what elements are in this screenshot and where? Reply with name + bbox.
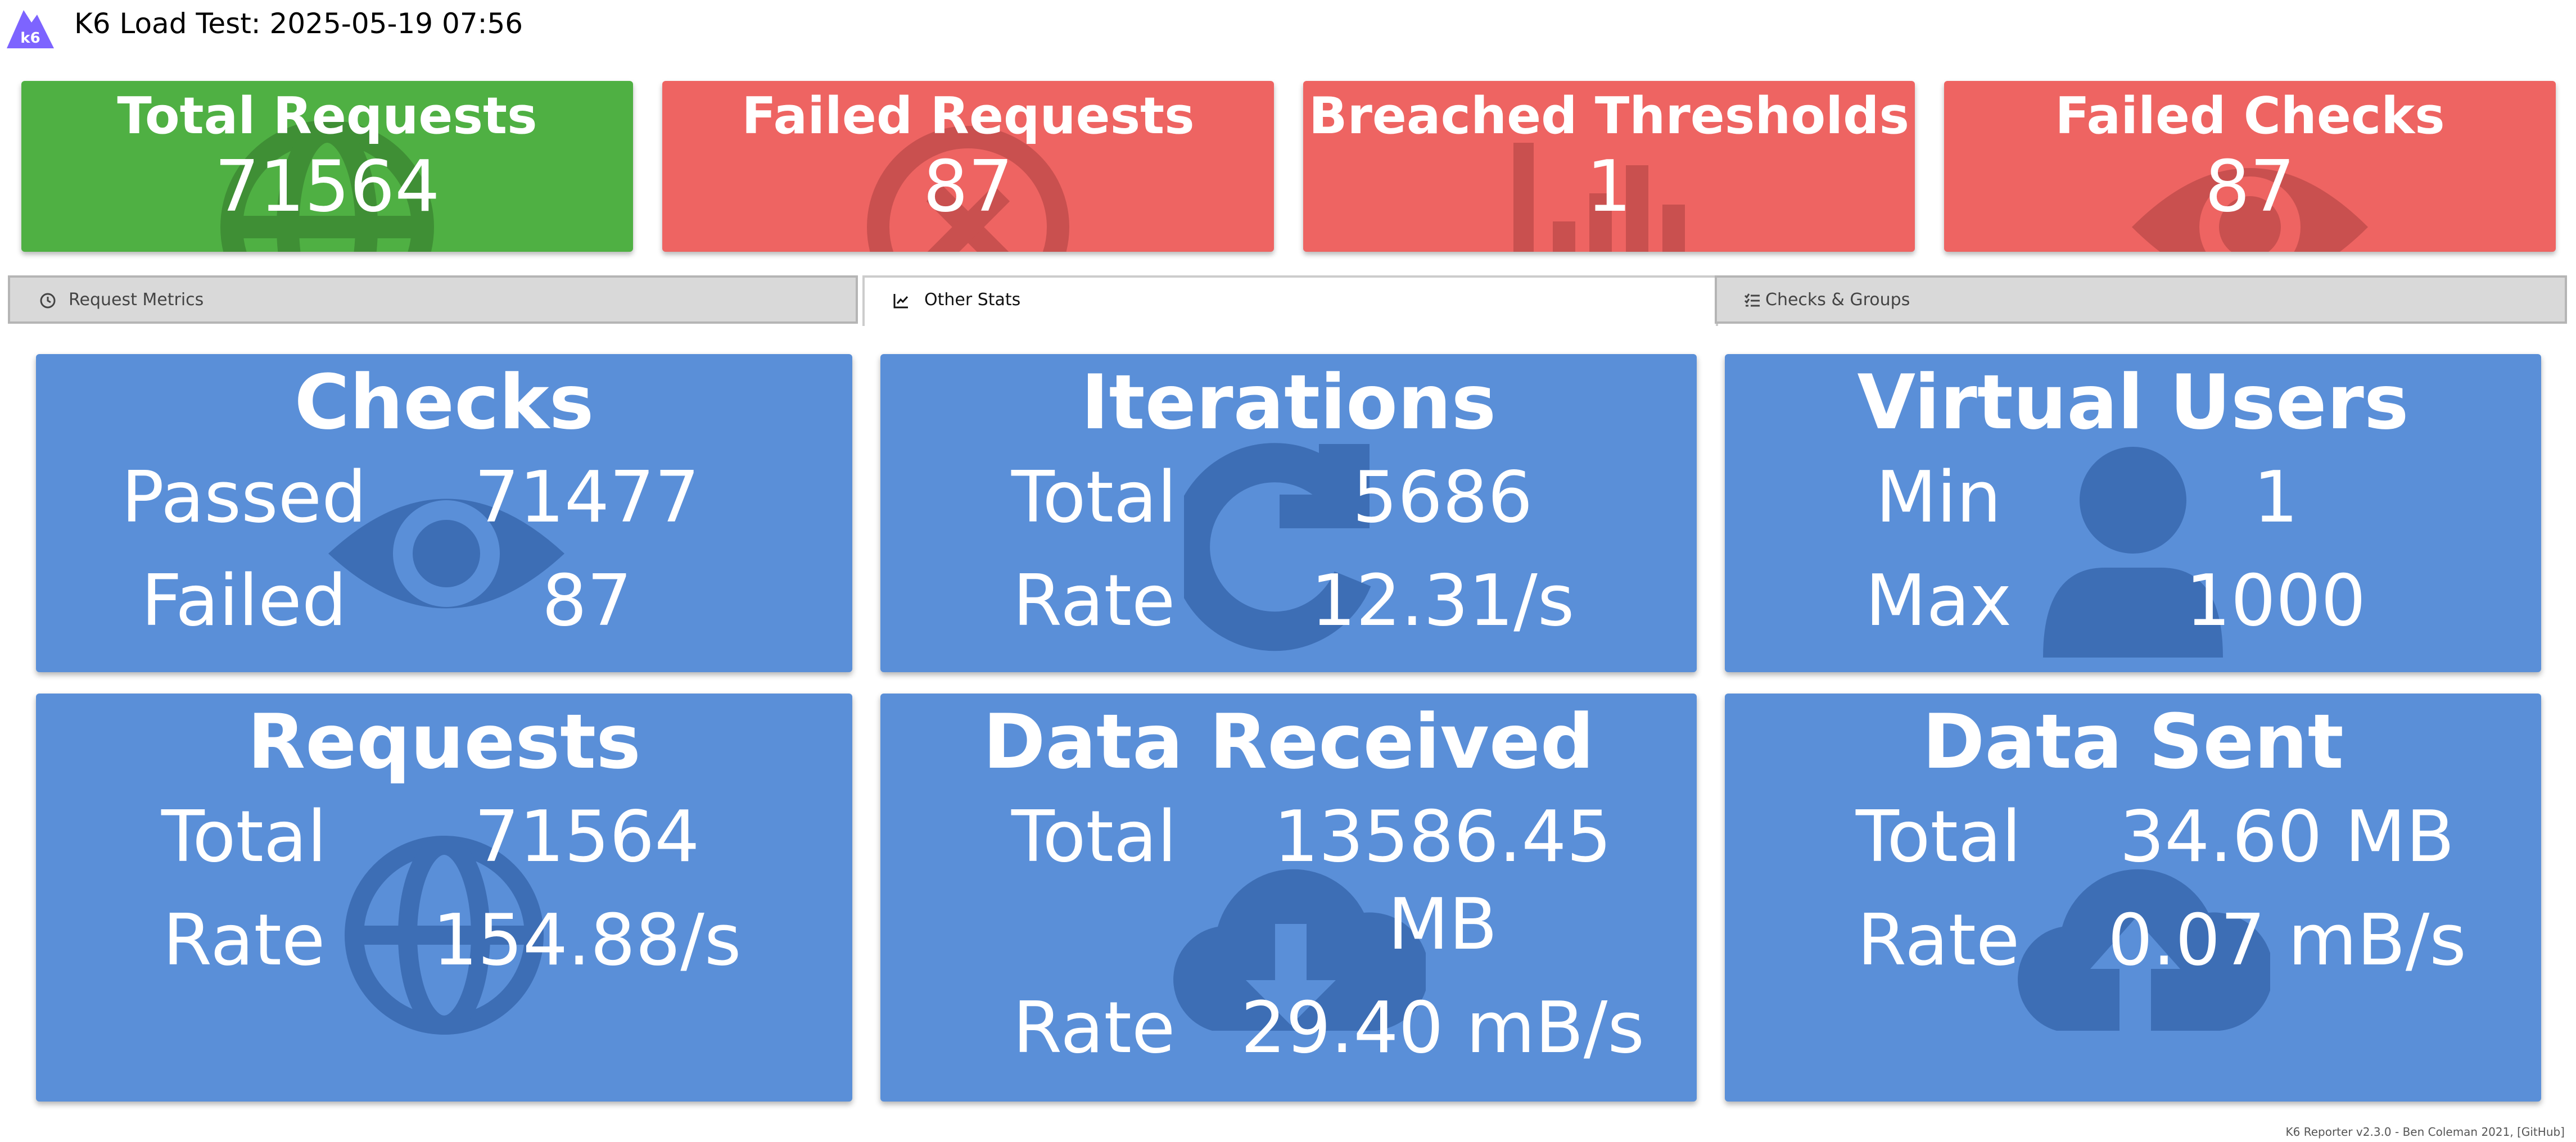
stat-label: Rate (1013, 986, 1176, 1069)
svg-text:k6: k6 (20, 30, 40, 47)
stat-value: 1000 (2185, 559, 2366, 642)
tab-label: Other Stats (924, 290, 1021, 310)
card-title: Data Received (983, 698, 1594, 786)
header: k6 K6 Load Test: 2025-05-19 07:56 (0, 0, 2576, 54)
stat-label: Max (1865, 559, 2012, 642)
stat-label: Rate (1857, 899, 2020, 981)
tile-value: 87 (923, 145, 1014, 228)
iterations-card: Iterations Total 5686 Rate 12.31/s (880, 354, 1697, 672)
virtual-users-card: Virtual Users Min 1 Max 1000 (1725, 354, 2541, 672)
line-chart-icon (893, 294, 909, 309)
stat-label: Rate (1013, 559, 1176, 642)
stat-label: Min (1875, 456, 2001, 538)
stat-label: Total (1855, 795, 2022, 878)
k6-logo-icon: k6 (7, 10, 54, 48)
tile-value: 71564 (214, 145, 440, 228)
card-title: Checks (294, 359, 594, 446)
stat-label: Rate (162, 899, 326, 981)
card-title: Virtual Users (1857, 359, 2409, 446)
tab-label: Request Metrics (69, 290, 204, 310)
card-title: Requests (247, 698, 641, 786)
data-sent-card: Data Sent Total 34.60 MB Rate 0.07 mB/s (1725, 694, 2541, 1102)
stat-value: 1 (2253, 456, 2299, 538)
total-requests-tile: Total Requests 71564 (21, 81, 633, 252)
stat-value: 71564 (474, 795, 700, 878)
stat-value: 87 (541, 559, 632, 642)
tab-label: Checks & Groups (1765, 290, 1910, 310)
card-title: Data Sent (1922, 698, 2344, 786)
stat-value: 12.31/s (1310, 559, 1575, 642)
stat-value: 5686 (1352, 456, 1533, 538)
data-received-card: Data Received Total 13586.45 MB Rate 29.… (880, 694, 1697, 1102)
stat-label: Total (1011, 795, 1177, 878)
stat-value: 71477 (474, 456, 700, 538)
tile-value: 87 (2204, 145, 2295, 228)
tab-checks-groups[interactable]: Checks & Groups (1715, 275, 2567, 324)
clock-icon (40, 293, 56, 309)
checks-card: Checks Passed 71477 Failed 87 (36, 354, 852, 672)
stat-value-unit: MB (1388, 883, 1498, 966)
tab-request-metrics[interactable]: Request Metrics (8, 275, 858, 324)
stat-value: 13586.45 (1273, 795, 1612, 878)
stat-value: 29.40 mB/s (1240, 986, 1645, 1069)
stat-value: 0.07 mB/s (2108, 899, 2466, 981)
stat-label: Total (161, 795, 327, 878)
tab-other-stats[interactable]: Other Stats (862, 275, 1718, 326)
stat-label: Failed (141, 559, 347, 642)
failed-checks-tile: Failed Checks 87 (1944, 81, 2556, 252)
tile-title: Failed Checks (2055, 87, 2445, 146)
stat-label: Passed (121, 456, 367, 538)
checklist-icon (1744, 293, 1760, 307)
failed-requests-tile: Failed Requests 87 (662, 81, 1274, 252)
tab-bar: Request Metrics Other Stats Checks & Gro… (8, 275, 2567, 326)
page-title: K6 Load Test: 2025-05-19 07:56 (74, 7, 523, 40)
stat-value: 34.60 MB (2119, 795, 2455, 878)
tile-title: Total Requests (117, 87, 537, 146)
tile-value: 1 (1586, 145, 1632, 228)
breached-thresholds-tile: Breached Thresholds 1 (1303, 81, 1915, 252)
footer-credit[interactable]: K6 Reporter v2.3.0 - Ben Coleman 2021, [… (2286, 1125, 2565, 1139)
requests-card: Requests Total 71564 Rate 154.88/s (36, 694, 852, 1102)
tile-title: Failed Requests (742, 87, 1195, 146)
tile-title: Breached Thresholds (1308, 87, 1910, 146)
card-title: Iterations (1081, 359, 1497, 446)
stat-value: 154.88/s (432, 899, 742, 981)
stat-label: Total (1011, 456, 1177, 538)
